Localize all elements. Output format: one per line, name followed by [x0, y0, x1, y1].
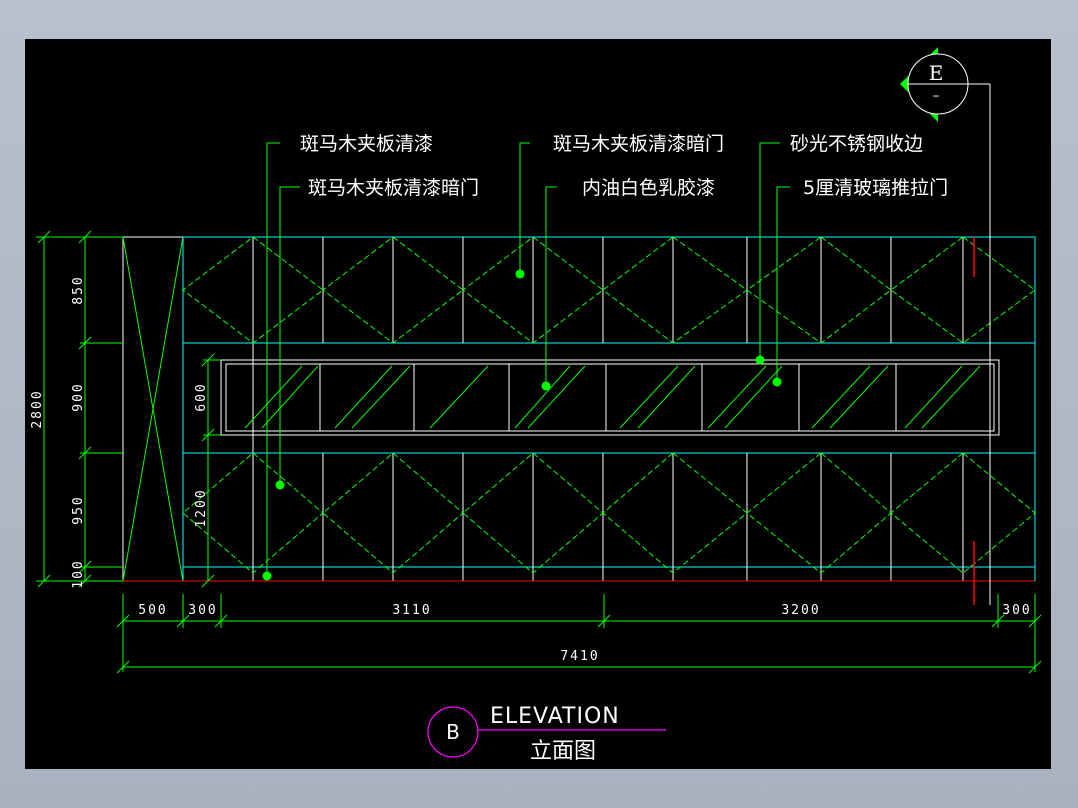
glass-door-band — [220, 359, 1000, 436]
dim-7410: 7410 — [560, 649, 599, 664]
vertical-dim-texts: 2800 850 900 950 100 600 1200 — [30, 275, 209, 588]
dim-2800: 2800 — [30, 389, 45, 428]
section-marker-dash: – — [933, 88, 940, 104]
dim-1200: 1200 — [194, 488, 209, 527]
label-stainless-edge: 砂光不锈钢收边 — [790, 133, 923, 155]
diamond-pattern-bottom — [182, 452, 1036, 574]
dim-3110: 3110 — [392, 603, 431, 618]
title-marker-letter: B — [446, 720, 460, 744]
label-white-latex-paint: 内油白色乳胶漆 — [582, 177, 715, 199]
dim-3200: 3200 — [781, 603, 820, 618]
dim-300-left: 300 — [188, 603, 217, 618]
dim-300-right: 300 — [1002, 603, 1031, 618]
label-zebrawood-hidden-door-right: 斑马木夹板清漆暗门 — [553, 133, 724, 155]
label-zebrawood-hidden-door-left: 斑马木夹板清漆暗门 — [308, 177, 479, 199]
dim-500: 500 — [138, 603, 167, 618]
title-block: B ELEVATION 立面图 — [427, 704, 666, 764]
dim-100: 100 — [71, 559, 86, 588]
section-marker-letter: E — [929, 61, 944, 85]
panel-verticals — [252, 237, 964, 581]
horizontal-dim-texts: 500 300 3110 3200 300 7410 — [138, 603, 1031, 664]
wall-grid — [182, 236, 1036, 582]
section-marker: E – — [900, 47, 991, 605]
label-glass-sliding-door: 5厘清玻璃推拉门 — [803, 177, 948, 199]
drawing-canvas: E – 斑马木夹板清漆 斑马木夹板清漆暗门 斑马木夹板清漆暗门 内油白色乳胶漆 … — [25, 39, 1051, 769]
title-english: ELEVATION — [490, 704, 620, 729]
dim-850: 850 — [71, 275, 86, 304]
dim-950: 950 — [71, 495, 86, 524]
dim-900: 900 — [71, 382, 86, 411]
elevation-drawing: E – 斑马木夹板清漆 斑马木夹板清漆暗门 斑马木夹板清漆暗门 内油白色乳胶漆 … — [30, 47, 1042, 764]
label-zebrawood-varnish: 斑马木夹板清漆 — [300, 133, 433, 155]
dim-600: 600 — [194, 382, 209, 411]
diamond-pattern-top — [182, 236, 1036, 344]
leader-dots — [262, 269, 782, 581]
left-door-panel — [122, 236, 184, 582]
title-chinese: 立面图 — [530, 739, 596, 764]
